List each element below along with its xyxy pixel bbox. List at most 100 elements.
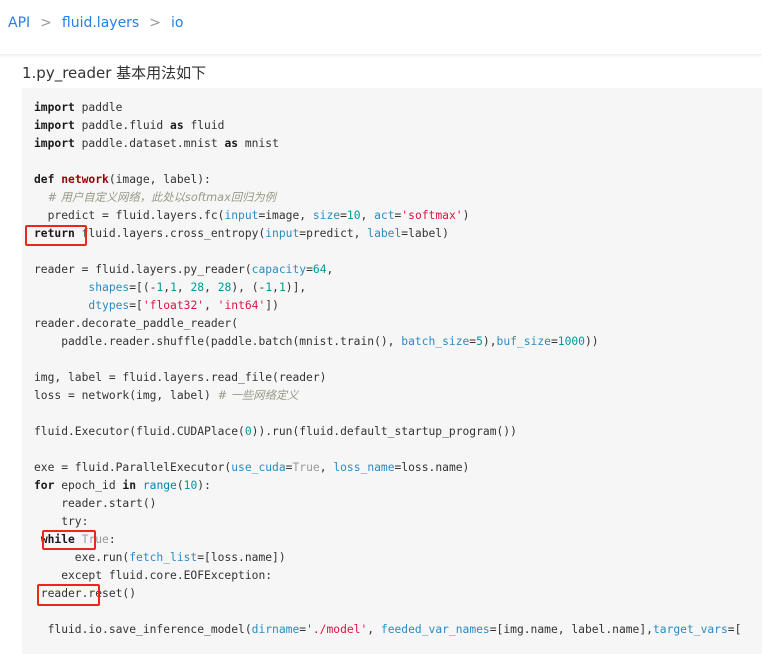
code-block[interactable]: import paddle import paddle.fluid as flu… (22, 88, 762, 654)
code-token: mnist (238, 137, 279, 150)
code-token: exe.run( (34, 551, 130, 564)
code-token: label (367, 227, 402, 240)
code-token: import (34, 119, 75, 132)
breadcrumb-link-io[interactable]: io (171, 15, 183, 31)
code-token: ) (462, 209, 470, 222)
code-token: predict = fluid.layers.fc( (34, 209, 225, 222)
code-line: fluid.io.save_inference_model(dirname='.… (34, 623, 742, 636)
code-token: exe = fluid.ParallelExecutor( (34, 461, 232, 474)
code-line: predict = fluid.layers.fc(input=image, s… (34, 209, 470, 222)
code-token: fetch_list (129, 551, 198, 564)
code-token: True (81, 533, 109, 546)
code-token: reader.start() (34, 497, 157, 510)
code-token: 1000 (557, 335, 585, 348)
code-token: dirname (251, 623, 300, 636)
code-token: , (319, 461, 334, 474)
code-token: # 用户自定义网络，此处以softmax回归为例 (47, 191, 276, 204)
code-token: epoch_id (54, 479, 123, 492)
code-token: )) (584, 335, 599, 348)
code-line: reader.start() (34, 497, 156, 510)
code-token: input (224, 209, 259, 222)
code-token: , (367, 623, 381, 636)
breadcrumb-separator: > (40, 15, 52, 31)
code-token: # 一些网络定义 (217, 389, 299, 402)
code-token: dtypes (88, 299, 130, 312)
code-token: 64 (312, 263, 327, 276)
code-token: , (272, 281, 279, 294)
code-content[interactable]: import paddle import paddle.fluid as flu… (34, 99, 741, 639)
code-token: while (40, 533, 75, 546)
code-token: 28 (217, 281, 232, 294)
code-token: = (306, 263, 313, 276)
code-token: =[ (129, 299, 143, 312)
code-token: =predict, (299, 227, 368, 240)
code-token: = (340, 209, 347, 222)
code-token: as (170, 119, 184, 132)
code-line: loss = network(img, label) # 一些网络定义 (34, 389, 298, 402)
code-token: feeded_var_names (380, 623, 490, 636)
code-token: try: (34, 515, 89, 528)
breadcrumb-separator: > (149, 15, 161, 31)
code-line: paddle.reader.shuffle(paddle.batch(mnist… (34, 335, 599, 348)
code-token: , (360, 209, 375, 222)
code-token: 'softmax' (401, 209, 463, 222)
code-token: )).run(fluid.default_startup_program()) (251, 425, 517, 438)
code-token: 'float32' (142, 299, 205, 312)
code-token: import (34, 101, 75, 114)
code-token: =[(- (129, 281, 157, 294)
code-token: , (204, 281, 218, 294)
code-line: while True: (34, 533, 116, 546)
code-token: =label) (401, 227, 449, 240)
code-token: for (34, 479, 55, 492)
code-line: except fluid.core.EOFException: (34, 569, 272, 582)
code-token: fluid (183, 119, 225, 132)
code-token: = (550, 335, 558, 348)
code-token: , (176, 281, 191, 294)
code-token: img, label = fluid.layers.read_file(read… (34, 371, 327, 384)
code-token: 1 (170, 281, 177, 294)
code-line: img, label = fluid.layers.read_file(read… (34, 371, 326, 384)
code-token: as (224, 137, 239, 150)
code-line: def network(image, label): (34, 173, 211, 186)
code-token: buf_size (496, 335, 551, 348)
code-token: True (292, 461, 320, 474)
code-token: ( (176, 479, 184, 492)
code-token: =image, (258, 209, 313, 222)
code-token: range (142, 479, 177, 492)
code-token: './model' (306, 623, 368, 636)
code-line: dtypes=['float32', 'int64']) (34, 299, 279, 312)
code-token: =[ (727, 623, 742, 636)
section-heading: 1.py_reader 基本用法如下 (22, 64, 207, 82)
code-token: fluid.io.save_inference_model( (34, 623, 252, 636)
code-line: exe = fluid.ParallelExecutor(use_cuda=Tr… (34, 461, 469, 474)
code-token: network (61, 173, 109, 186)
code-token: reader.decorate_paddle_reader( (34, 317, 239, 330)
breadcrumb-link-api[interactable]: API (8, 15, 30, 31)
breadcrumb-trail: API > fluid.layers > io (8, 15, 183, 31)
code-token: target_vars (652, 623, 728, 636)
code-line: import paddle (34, 101, 122, 114)
code-line: for epoch_id in range(10): (34, 479, 211, 492)
code-token: except fluid.core.EOFException: (34, 569, 273, 582)
code-token: reader.reset() (34, 587, 137, 600)
code-token: reader = fluid.layers.py_reader( (34, 263, 252, 276)
code-line: import paddle.fluid as fluid (34, 119, 224, 132)
code-token: size (312, 209, 341, 222)
code-token: 'int64' (217, 299, 266, 312)
code-token: loss = network(img, label) (34, 389, 218, 402)
code-line: import paddle.dataset.mnist as mnist (34, 137, 279, 150)
code-line: exe.run(fetch_list=[loss.name]) (34, 551, 286, 564)
code-token: ]) (265, 299, 279, 312)
code-token: 28 (190, 281, 205, 294)
code-token: act (374, 209, 395, 222)
code-token: )], (285, 281, 307, 294)
code-token: return (34, 227, 75, 240)
code-token: , (326, 263, 334, 276)
breadcrumb-link-fluid-layers[interactable]: fluid.layers (62, 15, 139, 31)
code-line: reader.reset() (34, 587, 136, 600)
